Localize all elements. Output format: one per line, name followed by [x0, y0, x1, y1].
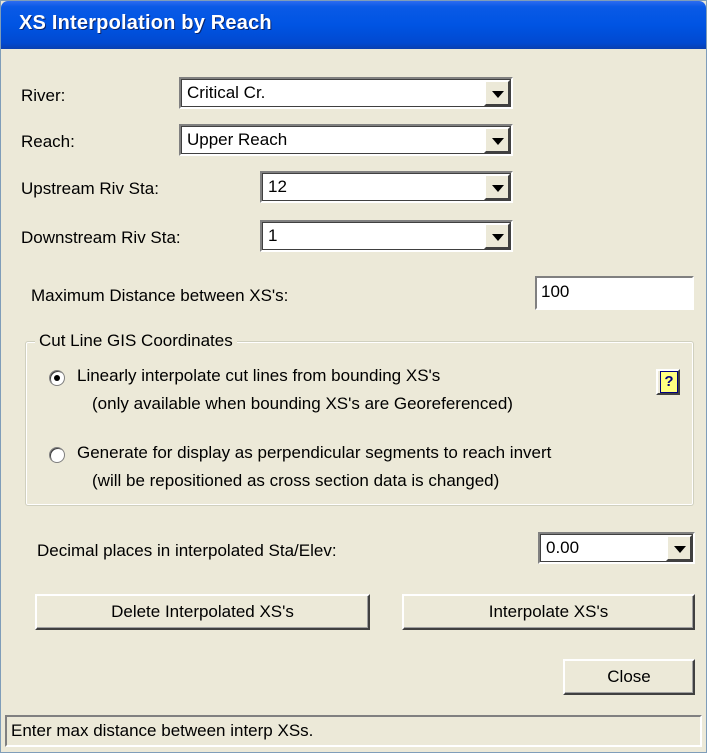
xs-interpolation-dialog: XS Interpolation by Reach River: Critica…: [0, 0, 707, 753]
cut-line-group-title: Cut Line GIS Coordinates: [35, 331, 237, 351]
max-distance-input[interactable]: 100: [535, 276, 694, 310]
reach-dropdown-button[interactable]: [484, 127, 510, 153]
interpolate-button[interactable]: Interpolate XS's: [402, 594, 695, 630]
help-button[interactable]: ?: [656, 369, 680, 395]
radio-perpendicular-segments[interactable]: [49, 447, 65, 463]
downstream-riv-sta-value: 1: [268, 226, 278, 245]
title-bar[interactable]: XS Interpolation by Reach: [1, 1, 706, 49]
option-linear-line2: (only available when bounding XS's are G…: [92, 394, 513, 413]
decimal-places-label: Decimal places in interpolated Sta/Elev:: [37, 541, 337, 560]
decimal-places-value: 0.00: [546, 538, 580, 557]
chevron-down-icon: [674, 546, 686, 553]
delete-interpolated-button[interactable]: Delete Interpolated XS's: [35, 594, 370, 630]
river-value: Critical Cr.: [187, 83, 266, 102]
decimal-places-dropdown[interactable]: 0.00: [538, 532, 695, 564]
chevron-down-icon: [492, 185, 504, 192]
chevron-down-icon: [492, 234, 504, 241]
reach-value: Upper Reach: [187, 130, 288, 149]
radio-linear-interpolate[interactable]: [49, 370, 65, 386]
upstream-riv-sta-value: 12: [268, 177, 287, 196]
downstream-riv-sta-dropdown[interactable]: 1: [260, 220, 513, 252]
decimal-dropdown-button[interactable]: [666, 535, 692, 561]
chevron-down-icon: [492, 91, 504, 98]
max-distance-label: Maximum Distance between XS's:: [31, 286, 289, 305]
river-dropdown[interactable]: Critical Cr.: [179, 77, 513, 109]
close-button[interactable]: Close: [563, 659, 695, 695]
max-distance-value: 100: [541, 282, 570, 301]
option-perpendicular-line2: (will be repositioned as cross section d…: [92, 471, 500, 490]
chevron-down-icon: [492, 138, 504, 145]
river-dropdown-button[interactable]: [484, 80, 510, 106]
downstream-dropdown-button[interactable]: [484, 223, 510, 249]
option-perpendicular-line1[interactable]: Generate for display as perpendicular se…: [77, 443, 551, 463]
status-bar: Enter max distance between interp XSs.: [5, 715, 702, 747]
reach-dropdown[interactable]: Upper Reach: [179, 124, 513, 156]
river-label: River:: [21, 86, 66, 105]
upstream-riv-sta-label: Upstream Riv Sta:: [21, 179, 159, 198]
radio-selected-dot: [54, 375, 60, 381]
help-icon: ?: [660, 371, 678, 393]
downstream-riv-sta-label: Downstream Riv Sta:: [21, 228, 181, 247]
option-linear-line1[interactable]: Linearly interpolate cut lines from boun…: [77, 366, 440, 386]
upstream-riv-sta-dropdown[interactable]: 12: [260, 171, 513, 203]
reach-label: Reach:: [21, 132, 75, 151]
window-title: XS Interpolation by Reach: [19, 12, 272, 34]
status-text: Enter max distance between interp XSs.: [11, 721, 314, 740]
upstream-dropdown-button[interactable]: [484, 174, 510, 200]
